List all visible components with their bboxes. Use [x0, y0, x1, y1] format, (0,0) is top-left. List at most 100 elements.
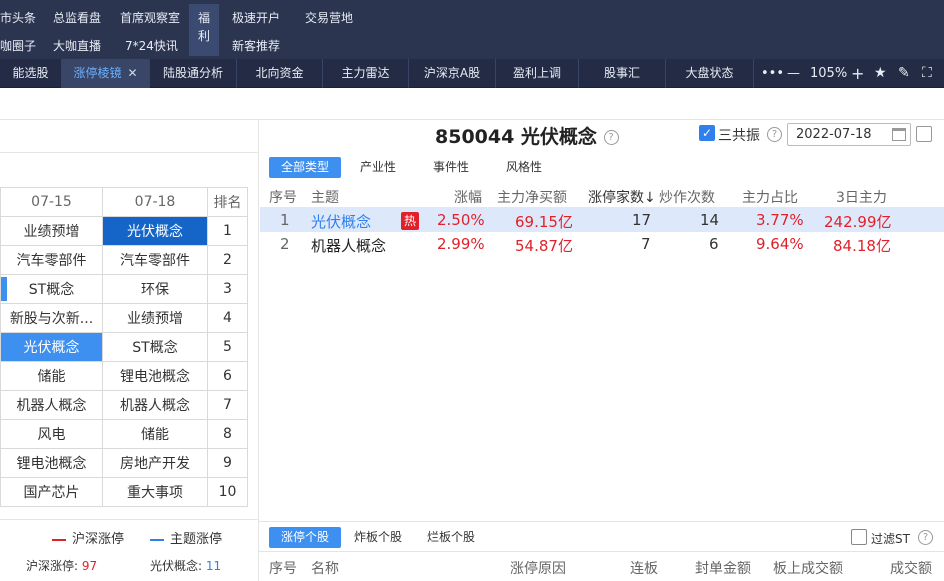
- more-icon[interactable]: •••: [761, 59, 784, 88]
- table-cell[interactable]: ST概念: [102, 332, 208, 362]
- tab-label: 陆股通分析: [162, 66, 223, 80]
- column-header-sorted[interactable]: 涨停家数↓: [588, 187, 656, 207]
- nav-link[interactable]: 总监看盘: [53, 9, 101, 26]
- table-cell[interactable]: 储能: [102, 419, 208, 449]
- column-header[interactable]: 3日主力: [836, 187, 887, 207]
- table-cell[interactable]: 锂电池概念: [102, 361, 208, 391]
- zoom-in-icon[interactable]: +: [851, 59, 864, 88]
- help-icon[interactable]: ?: [918, 530, 933, 545]
- table-row: 新股与次新... 业绩预增 4: [0, 303, 248, 333]
- column-header[interactable]: 连板: [630, 558, 658, 578]
- table-cell[interactable]: 环保: [102, 274, 208, 304]
- tab[interactable]: 股事汇: [579, 59, 666, 88]
- row-index: 2: [280, 235, 290, 253]
- help-icon[interactable]: ?: [767, 127, 782, 142]
- topic-count: 光伏概念: 11: [150, 557, 221, 574]
- topic-name[interactable]: 机器人概念: [311, 235, 386, 256]
- filter-st-checkbox[interactable]: [851, 529, 867, 545]
- nav-link[interactable]: 新客推荐: [232, 37, 280, 54]
- table-row: 国产芯片 重大事项 10: [0, 477, 248, 507]
- table-cell[interactable]: 国产芯片: [0, 477, 103, 507]
- table-cell[interactable]: 汽车零部件: [0, 245, 103, 275]
- table-cell[interactable]: 业绩预增: [102, 303, 208, 333]
- filter-st-label: 过滤ST: [871, 532, 910, 546]
- nav-link[interactable]: 7*24快讯: [125, 37, 178, 54]
- tab-label: 沪深京A股: [423, 66, 481, 80]
- table-row: 业绩预增 光伏概念 1: [0, 216, 248, 246]
- nav-link[interactable]: 咖圈子: [0, 37, 36, 54]
- tab-weak-board[interactable]: 烂板个股: [423, 527, 479, 548]
- column-header[interactable]: 涨幅: [454, 187, 482, 207]
- table-header-row: 07-15 07-18 排名: [0, 187, 248, 217]
- filter-event[interactable]: 事件性: [423, 157, 479, 178]
- column-header[interactable]: 涨停原因: [510, 558, 566, 578]
- pct-change: 2.99%: [437, 235, 485, 253]
- tab[interactable]: 盈利上调: [496, 59, 579, 88]
- column-header[interactable]: 主力净买额: [497, 187, 567, 207]
- table-cell-selected[interactable]: 光伏概念: [102, 216, 208, 246]
- table-cell[interactable]: 锂电池概念: [0, 448, 103, 478]
- pen-icon[interactable]: ✎: [898, 59, 910, 88]
- column-header[interactable]: 主题: [311, 187, 339, 207]
- column-header[interactable]: 名称: [311, 558, 339, 578]
- sangongzhen-checkbox[interactable]: ✓: [699, 125, 715, 141]
- blue-line-swatch: [150, 538, 164, 541]
- table-cell[interactable]: 业绩预增: [0, 216, 103, 246]
- tab-limit-up-stocks[interactable]: 涨停个股: [269, 527, 341, 548]
- legend-label: 主题涨停: [170, 532, 223, 547]
- table-row: ST概念 环保 3: [0, 274, 248, 304]
- tab[interactable]: 北向资金: [237, 59, 323, 88]
- tab-label: 股事汇: [603, 66, 640, 80]
- nav-link[interactable]: 交易营地: [305, 9, 353, 26]
- topic-name[interactable]: 光伏概念: [311, 211, 371, 232]
- table-cell[interactable]: 机器人概念: [102, 390, 208, 420]
- nav-link[interactable]: 市头条: [0, 9, 36, 26]
- tab[interactable]: 主力雷达: [323, 59, 409, 88]
- tab-broken-board[interactable]: 炸板个股: [350, 527, 406, 548]
- column-header[interactable]: 炒作次数: [659, 187, 715, 207]
- filter-style[interactable]: 风格性: [496, 157, 552, 178]
- column-header[interactable]: 主力占比: [742, 187, 798, 207]
- tab[interactable]: 沪深京A股: [409, 59, 496, 88]
- column-header[interactable]: 序号: [269, 558, 297, 578]
- close-icon[interactable]: ✕: [127, 66, 137, 80]
- rank-cell: 1: [207, 216, 248, 246]
- column-header[interactable]: 封单金额: [695, 558, 751, 578]
- table-cell[interactable]: 机器人概念: [0, 390, 103, 420]
- star-icon[interactable]: ★: [874, 59, 887, 88]
- column-header[interactable]: 板上成交额: [773, 558, 843, 578]
- column-header[interactable]: 成交额: [890, 558, 932, 578]
- nav-link[interactable]: 极速开户: [232, 9, 280, 26]
- table-cell[interactable]: ST概念: [0, 274, 103, 304]
- export-icon[interactable]: [916, 126, 932, 142]
- calendar-icon[interactable]: [892, 128, 906, 141]
- welfare-button[interactable]: 福 利: [189, 4, 219, 56]
- tab[interactable]: 陆股通分析: [150, 59, 237, 88]
- nav-link[interactable]: 大咖直播: [53, 37, 101, 54]
- tab[interactable]: 能选股: [0, 59, 62, 88]
- table-cell[interactable]: 汽车零部件: [102, 245, 208, 275]
- table-cell[interactable]: 风电: [0, 419, 103, 449]
- table-cell[interactable]: 储能: [0, 361, 103, 391]
- filter-all[interactable]: 全部类型: [269, 157, 341, 178]
- divider: [0, 119, 944, 120]
- table-cell-highlighted[interactable]: 光伏概念: [0, 332, 103, 362]
- nav-link[interactable]: 首席观察室: [120, 9, 180, 26]
- rank-cell: 6: [207, 361, 248, 391]
- count-label: 沪深涨停:: [26, 559, 79, 573]
- column-header[interactable]: 序号: [269, 187, 297, 207]
- limit-up-count: 7: [641, 235, 651, 253]
- table-cell[interactable]: 重大事项: [102, 477, 208, 507]
- legend-hs: 沪深涨停: [52, 528, 124, 547]
- count-value: 11: [205, 559, 222, 573]
- zoom-level: 105%: [810, 66, 848, 81]
- expand-icon[interactable]: ⛶: [922, 59, 932, 88]
- date-picker[interactable]: 2022-07-18: [787, 123, 911, 146]
- tab-active[interactable]: 涨停棱镜 ✕: [62, 59, 150, 88]
- table-cell[interactable]: 新股与次新...: [0, 303, 103, 333]
- filter-industry[interactable]: 产业性: [350, 157, 406, 178]
- zoom-out-icon[interactable]: —: [787, 59, 800, 88]
- help-icon[interactable]: ?: [603, 130, 619, 145]
- table-cell[interactable]: 房地产开发: [102, 448, 208, 478]
- tab[interactable]: 大盘状态: [666, 59, 754, 88]
